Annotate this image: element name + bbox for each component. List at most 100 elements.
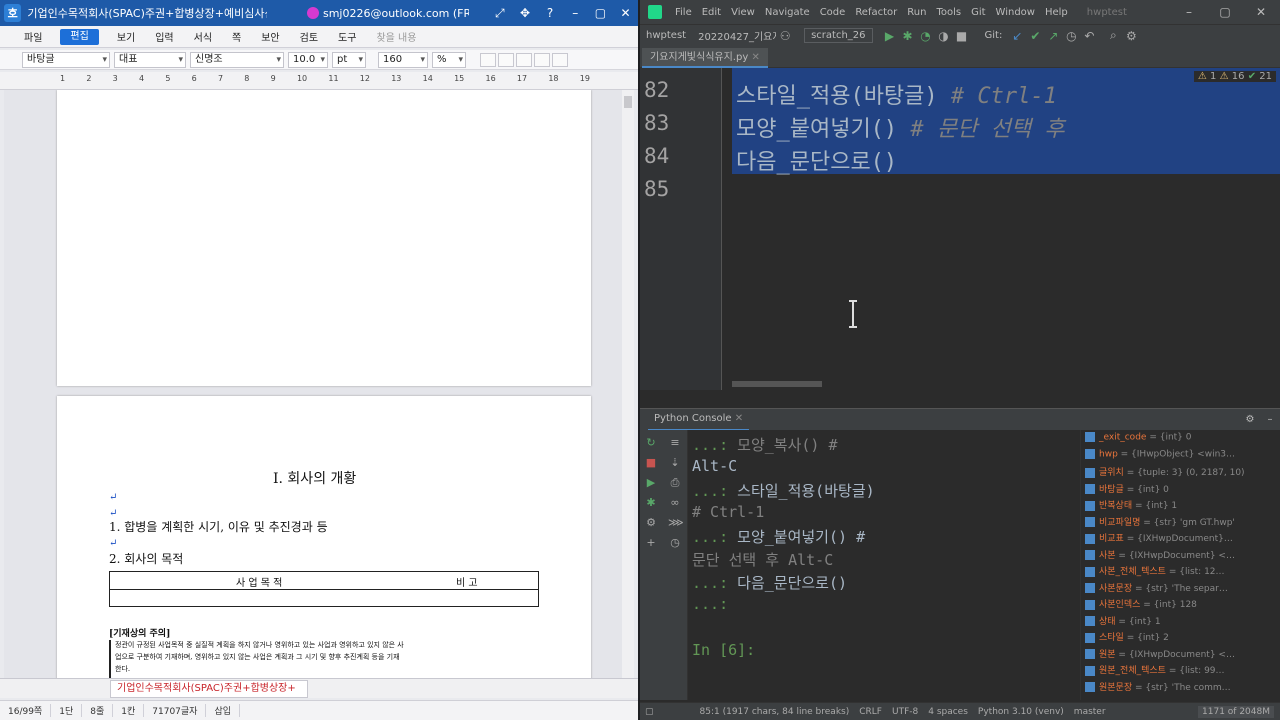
horizontal-ruler[interactable]: 1 2 3 4 5 6 7 8 9 10 11 12 13 14 15 16 17 18 19	[0, 72, 638, 90]
line-separator[interactable]: CRLF	[854, 707, 887, 717]
menu-window[interactable]: Window	[991, 7, 1040, 18]
variables-panel[interactable]: _exit_code = {int} 0 hwp = {IHwpObject} …	[1080, 430, 1278, 700]
settings-icon[interactable]: ⚙	[1240, 414, 1260, 425]
menu-file[interactable]: File	[670, 7, 697, 18]
settings-icon[interactable]: ⚙	[1122, 29, 1140, 43]
command-queue-icon[interactable]: ⋙	[668, 516, 684, 530]
hide-icon[interactable]: –	[1260, 414, 1280, 425]
line-spacing-input[interactable]: 160	[378, 51, 428, 68]
soft-wrap-icon[interactable]: ≡	[668, 436, 682, 450]
menu-view[interactable]: View	[726, 7, 760, 18]
menu-edit[interactable]: Edit	[697, 7, 726, 18]
menu-git[interactable]: Git	[966, 7, 990, 18]
git-update-icon[interactable]: ↙	[1008, 29, 1026, 43]
help-icon[interactable]: ?	[538, 6, 563, 20]
menu-file[interactable]: 파일	[14, 29, 52, 44]
close-icon[interactable]: ✕	[1248, 5, 1274, 19]
variable-row[interactable]: 사본문장 = {str} 'The separ…	[1085, 581, 1277, 597]
doc-scrollbar[interactable]	[622, 90, 634, 678]
minimize-icon[interactable]: –	[563, 6, 588, 20]
page-15[interactable]	[57, 90, 591, 386]
variable-row[interactable]: 비교파일명 = {str} 'gm GT.hwp'	[1085, 515, 1277, 531]
font-unit-select[interactable]: pt	[332, 51, 366, 68]
fullscreen-icon[interactable]: ⤢	[487, 6, 512, 21]
menu-security[interactable]: 보안	[251, 29, 289, 44]
scroll-end-icon[interactable]: ⇣	[668, 456, 682, 470]
variables-icon[interactable]: ∞	[668, 496, 682, 510]
variable-row[interactable]: 글위치 = {tuple: 3} (0, 2187, 10)	[1085, 465, 1277, 481]
menu-tools[interactable]: Tools	[931, 7, 966, 18]
history-icon[interactable]: ◷	[1062, 29, 1080, 43]
coverage-icon[interactable]: ◔	[917, 29, 935, 43]
pin-icon[interactable]: ✥	[512, 6, 537, 20]
variable-row[interactable]: 바탕글 = {int} 0	[1085, 482, 1277, 498]
new-console-icon[interactable]: +	[644, 536, 658, 550]
file-encoding[interactable]: UTF-8	[887, 707, 923, 717]
minimize-icon[interactable]: –	[1176, 5, 1202, 19]
menu-page[interactable]: 쪽	[222, 29, 251, 44]
font-select[interactable]: 신명조	[190, 51, 284, 68]
rerun-icon[interactable]: ↻	[644, 436, 658, 450]
editor-tab-file[interactable]: 기요지게빛식식유지.py ✕	[642, 48, 768, 68]
line-spacing-unit[interactable]: %	[432, 51, 466, 68]
inspection-widget[interactable]: ⚠ 1 ⚠ 16 ✔ 21	[1193, 71, 1276, 82]
menu-edit[interactable]: 편집	[60, 28, 99, 45]
close-icon[interactable]: ✕	[613, 6, 638, 20]
stop-icon[interactable]: ■	[644, 456, 658, 470]
console-output[interactable]: ...: 모양_복사() # Alt-C...: 스타일_적용(바탕글) # C…	[688, 430, 1080, 700]
variable-row[interactable]: 원본_전체_텍스트 = {list: 99…	[1085, 663, 1277, 679]
variable-row[interactable]: 상태 = {int} 1	[1085, 614, 1277, 630]
execute-icon[interactable]: ▶	[644, 476, 658, 490]
profile-icon[interactable]: ◑	[935, 29, 953, 43]
code-editor[interactable]: 82 83 84 85 스타일_적용(바탕글) # Ctrl-1 모양_붙여넣기…	[640, 68, 1280, 390]
align-justify-icon[interactable]	[480, 52, 496, 67]
page-16[interactable]: Ⅰ. 회사의 개황 ↵ ↵ 1. 합병을 계획한 시기, 이유 및 추진경과 등…	[57, 396, 591, 678]
print-icon[interactable]: ⎙	[668, 476, 682, 490]
scroll-thumb[interactable]	[624, 96, 632, 108]
git-push-icon[interactable]: ↗	[1044, 29, 1062, 43]
find-input[interactable]: 찾을 내용	[366, 29, 426, 44]
horizontal-scrollbar[interactable]	[732, 381, 822, 387]
history-icon[interactable]: ◷	[668, 536, 682, 550]
indent-setting[interactable]: 4 spaces	[923, 707, 973, 717]
menu-help[interactable]: Help	[1040, 7, 1073, 18]
align-left-icon[interactable]	[498, 52, 514, 67]
interpreter[interactable]: Python 3.10 (venv)	[973, 707, 1069, 717]
document-tab[interactable]: 기업인수목적회사(SPAC)주권+합병상장+	[110, 679, 308, 698]
variable-row[interactable]: 사본인덱스 = {int} 128	[1085, 597, 1277, 613]
variable-row[interactable]: 원본 = {IXHwpDocument} <…	[1085, 647, 1277, 663]
tab-close-icon[interactable]: ✕	[735, 413, 743, 424]
variable-row[interactable]: 스타일 = {int} 2	[1085, 630, 1277, 646]
menu-run[interactable]: Run	[902, 7, 931, 18]
breadcrumb-project[interactable]: hwptest	[640, 30, 692, 41]
run-config-select[interactable]: scratch_26	[804, 28, 873, 43]
stop-icon[interactable]: ■	[953, 29, 971, 43]
align-distribute-icon[interactable]	[552, 52, 568, 67]
language-select[interactable]: 대표	[114, 51, 186, 68]
style-select[interactable]: 바탕글	[22, 51, 110, 68]
font-size-input[interactable]: 10.0	[288, 51, 328, 68]
menu-insert[interactable]: 입력	[145, 29, 183, 44]
maximize-icon[interactable]: ▢	[1212, 5, 1238, 19]
variable-row[interactable]: _exit_code = {int} 0	[1085, 432, 1277, 448]
menu-tools[interactable]: 도구	[328, 29, 366, 44]
run-icon[interactable]: ▶	[881, 29, 899, 43]
menu-navigate[interactable]: Navigate	[760, 7, 815, 18]
variable-row[interactable]: 비교표 = {IXHwpDocument}…	[1085, 531, 1277, 547]
variable-row[interactable]: 사본_전체_텍스트 = {list: 12…	[1085, 564, 1277, 580]
search-icon[interactable]: ⌕	[1104, 28, 1122, 43]
layout-icon[interactable]: ▢	[640, 707, 659, 717]
line-gutter[interactable]: 82 83 84 85	[640, 68, 722, 390]
variable-row[interactable]: 반복상태 = {int} 1	[1085, 498, 1277, 514]
caret-position[interactable]: 85:1 (1917 chars, 84 line breaks)	[695, 707, 855, 717]
menu-code[interactable]: Code	[815, 7, 851, 18]
status-mode[interactable]: 삽입	[206, 704, 241, 717]
memory-indicator[interactable]: 1171 of 2048M	[1198, 705, 1274, 718]
variable-row[interactable]: 사본 = {IXHwpDocument} <…	[1085, 548, 1277, 564]
settings-icon[interactable]: ⚙	[644, 516, 658, 530]
git-branch[interactable]: master	[1069, 707, 1111, 717]
purpose-table[interactable]: 사 업 목 적 비 고	[109, 571, 539, 607]
user-icon[interactable]: ⚇	[776, 29, 794, 43]
menu-view[interactable]: 보기	[107, 29, 145, 44]
rollback-icon[interactable]: ↶	[1080, 29, 1098, 43]
